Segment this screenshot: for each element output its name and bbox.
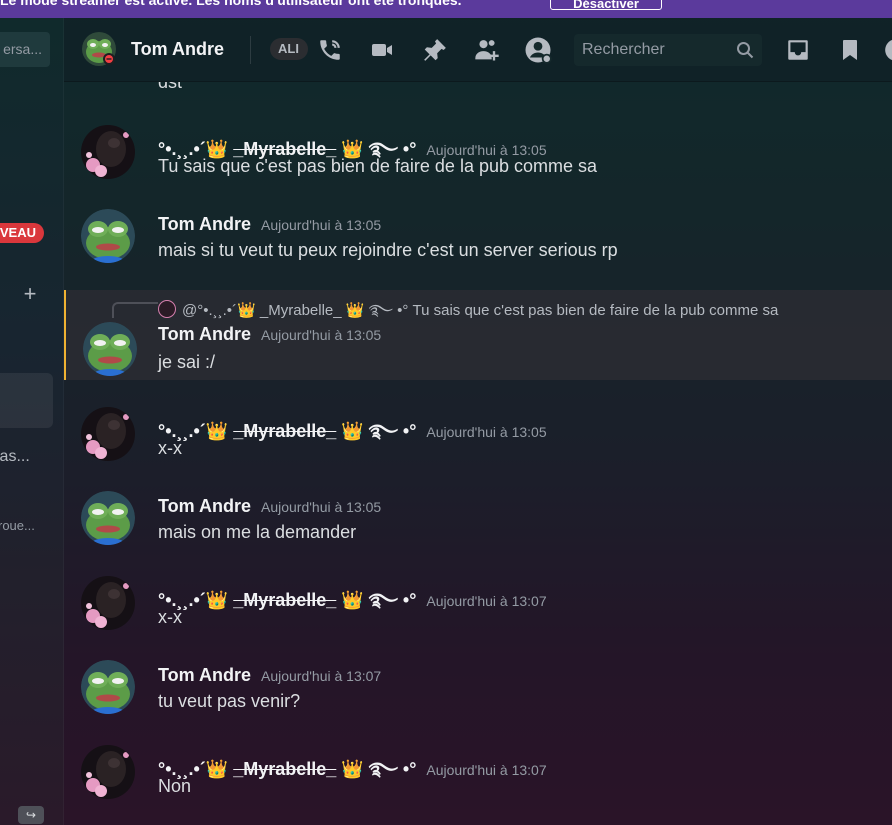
message-item: °•.¸¸.•´👑 _Myrabelle_ 👑 ࿐ •° Aujourd'hui … <box>64 120 892 186</box>
crown-icon: 👑 <box>205 590 229 610</box>
author-suffix: ࿐ •° <box>368 421 417 441</box>
message-content: Tu sais que c'est pas bien de faire de l… <box>158 156 598 176</box>
message-author[interactable]: °•.¸¸.•´👑 _Myrabelle_ 👑 ࿐ •° Aujourd'hui … <box>158 412 547 462</box>
crown-icon: 👑 <box>341 759 364 779</box>
new-badge: VEAU <box>0 223 44 243</box>
author-name[interactable]: _Myrabelle_ <box>233 590 336 610</box>
message-author[interactable]: Tom Andre Aujourd'hui à 13:05 <box>158 324 381 345</box>
help-icon[interactable] <box>880 34 892 66</box>
author-name[interactable]: _Myrabelle_ <box>233 759 336 779</box>
message-timestamp[interactable]: Aujourd'hui à 13:07 <box>426 593 546 609</box>
avatar[interactable] <box>81 209 135 263</box>
chat-header: Tom Andre ALI <box>64 18 892 82</box>
call-icon[interactable] <box>314 34 346 66</box>
message-author[interactable]: Tom Andre Aujourd'hui à 13:07 <box>158 665 381 686</box>
author-name[interactable]: Tom Andre <box>158 324 251 344</box>
message-content: je sai :/ <box>158 352 216 372</box>
user-profile-icon[interactable] <box>522 34 554 66</box>
inbox-icon[interactable] <box>782 34 814 66</box>
message-author[interactable]: °•.¸¸.•´👑 _Myrabelle_ 👑 ࿐ •° Aujourd'hui … <box>158 581 547 631</box>
avatar[interactable] <box>81 660 135 714</box>
message-author[interactable]: Tom Andre Aujourd'hui à 13:05 <box>158 496 381 517</box>
page-title: Tom Andre <box>131 39 224 59</box>
message-continuation: dst <box>64 82 892 96</box>
message-item: Tom Andre Aujourd'hui à 13:05 mais on me … <box>64 486 892 552</box>
message-item: °•.¸¸.•´👑 _Myrabelle_ 👑 ࿐ •° Aujourd'hui … <box>64 402 892 468</box>
message-content: mais on me la demander <box>158 522 357 542</box>
message-item: °•.¸¸.•´👑 _Myrabelle_ 👑 ࿐ •° Aujourd'hui … <box>64 740 892 806</box>
message-timestamp[interactable]: Aujourd'hui à 13:07 <box>426 762 546 778</box>
selected-dm-item[interactable] <box>0 373 53 428</box>
message-timestamp[interactable]: Aujourd'hui à 13:05 <box>261 499 381 515</box>
video-icon[interactable] <box>366 34 398 66</box>
disable-streamer-button[interactable]: Désactiver <box>550 0 662 11</box>
message-content: Non <box>158 776 192 796</box>
author-name[interactable]: Tom Andre <box>158 496 251 516</box>
notice-text: Le mode streamer est activé. Les noms d'… <box>0 0 462 8</box>
author-name[interactable]: Tom Andre <box>158 214 251 234</box>
message-content: x-x <box>158 438 182 458</box>
message-timestamp[interactable]: Aujourd'hui à 13:07 <box>261 668 381 684</box>
message-author[interactable]: Tom Andre Aujourd'hui à 13:05 <box>158 214 381 235</box>
avatar[interactable] <box>81 576 135 630</box>
bookmark-icon[interactable] <box>834 34 866 66</box>
share-icon[interactable]: ↪ <box>18 806 44 824</box>
avatar[interactable] <box>83 322 137 376</box>
dm-item-label[interactable]: ias... <box>0 448 30 466</box>
message-content: mais si tu veut tu peux rejoindre c'est … <box>158 240 618 260</box>
dm-item-label[interactable]: roue... <box>0 518 35 533</box>
streamer-mode-notice: Le mode streamer est activé. Les noms d'… <box>0 0 892 18</box>
avatar[interactable] <box>81 745 135 799</box>
author-suffix: ࿐ •° <box>368 759 417 779</box>
search-icon[interactable] <box>736 41 754 59</box>
message-timestamp[interactable]: Aujourd'hui à 13:05 <box>261 327 381 343</box>
message-timestamp[interactable]: Aujourd'hui à 13:05 <box>426 424 546 440</box>
search-input[interactable] <box>582 34 732 66</box>
reply-connector <box>112 302 158 318</box>
crown-icon: 👑 <box>205 421 229 441</box>
pin-icon[interactable] <box>419 34 451 66</box>
avatar[interactable] <box>82 32 116 66</box>
message-author[interactable]: °•.¸¸.•´👑 _Myrabelle_ 👑 ࿐ •° Aujourd'hui … <box>158 750 547 800</box>
crown-icon: 👑 <box>205 759 229 779</box>
header-divider <box>250 36 251 64</box>
message-item: °•.¸¸.•´👑 _Myrabelle_ 👑 ࿐ •° Aujourd'hui … <box>64 571 892 637</box>
create-dm-icon[interactable]: + <box>20 283 40 305</box>
message-item-highlighted: @°•.¸¸.•´👑 _Myrabelle_ 👑 ࿐ •° Tu sais qu… <box>64 290 892 380</box>
search-bar[interactable] <box>574 34 762 66</box>
add-friend-icon[interactable] <box>471 34 503 66</box>
avatar <box>158 300 176 318</box>
message-content: x-x <box>158 607 182 627</box>
author-name[interactable]: Tom Andre <box>158 665 251 685</box>
message-timestamp[interactable]: Aujourd'hui à 13:05 <box>261 217 381 233</box>
status-badge: ALI <box>270 38 308 60</box>
message-list: dst °•.¸¸.•´👑 _Myrabelle_ 👑 ࿐ •° Aujourd'… <box>64 82 892 825</box>
author-name[interactable]: _Myrabelle_ <box>233 421 336 441</box>
avatar[interactable] <box>81 491 135 545</box>
message-content: dst <box>158 82 183 92</box>
author-suffix: ࿐ •° <box>368 590 417 610</box>
avatar[interactable] <box>81 125 135 179</box>
avatar[interactable] <box>81 407 135 461</box>
channel-sidebar: ersa... VEAU + ias... roue... ↪ <box>0 18 64 825</box>
message-content: tu veut pas venir? <box>158 691 301 711</box>
reply-text: @°•.¸¸.•´👑 _Myrabelle_ 👑 ࿐ •° Tu sais qu… <box>182 302 779 319</box>
message-item: Tom Andre Aujourd'hui à 13:07 tu veut pas… <box>64 655 892 721</box>
crown-icon: 👑 <box>341 590 364 610</box>
message-item: Tom Andre Aujourd'hui à 13:05 mais si tu … <box>64 204 892 270</box>
crown-icon: 👑 <box>341 421 364 441</box>
conversation-search-button[interactable]: ersa... <box>0 32 50 67</box>
